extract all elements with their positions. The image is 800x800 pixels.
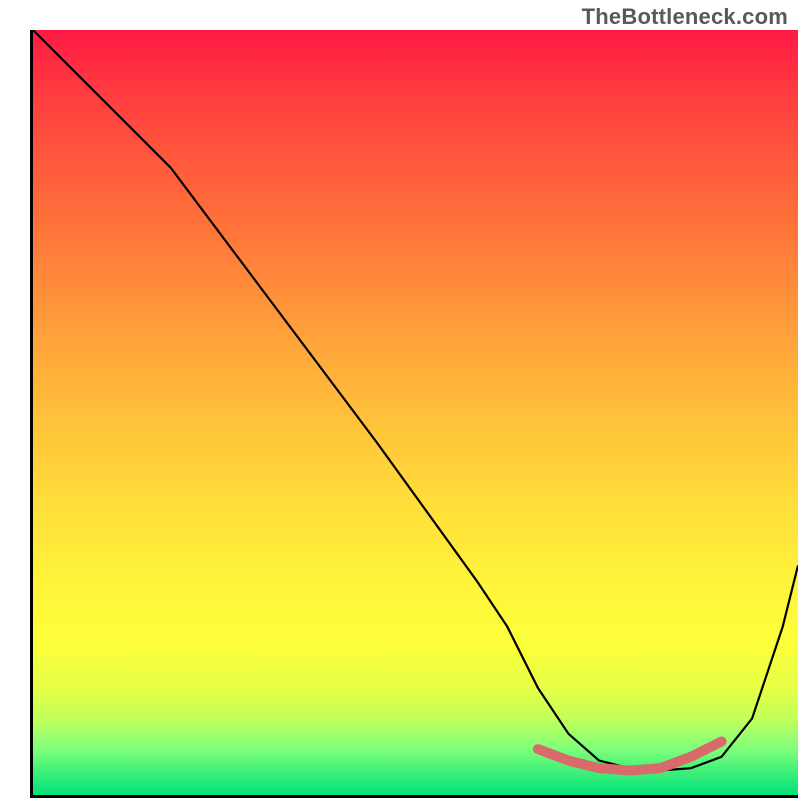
bottleneck-curve-path: [33, 30, 798, 771]
watermark-text: TheBottleneck.com: [582, 4, 788, 30]
curve-layer: [33, 30, 798, 795]
bottleneck-chart: TheBottleneck.com: [0, 0, 800, 800]
plot-area: [30, 30, 798, 798]
